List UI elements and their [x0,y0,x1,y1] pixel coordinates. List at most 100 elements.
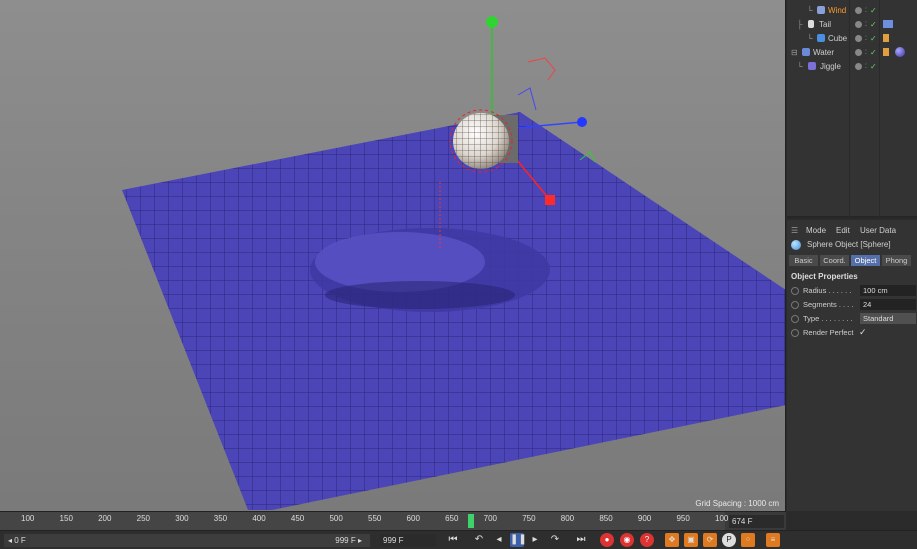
menu-icon[interactable]: ☰ [791,226,798,235]
render-perfect-field: Render Perfect ✓ [787,327,917,339]
autokey-icon[interactable]: ◉ [620,533,634,547]
radius-field: Radius . . . . . . 100 cm [787,285,917,297]
object-row-wind[interactable]: └ Wind ⁚ ✓ [787,3,917,17]
visibility-dot[interactable] [855,34,862,42]
render-perfect-checkbox[interactable]: ✓ [859,327,867,338]
attribute-menu: ☰ Mode Edit User Data [787,223,917,237]
move-key-icon[interactable]: ✥ [665,533,679,547]
scene [122,16,785,510]
timeline-ruler[interactable]: 100 150 200 250 300 350 400 450 500 550 600 650 700 7… [0,512,729,531]
object-name: Jiggle [820,61,841,71]
object-name: Water [813,47,835,57]
previous-key-icon[interactable]: ↶ [472,533,486,547]
material-sphere-icon[interactable] [895,47,905,57]
tag-icon[interactable] [883,20,893,28]
rotate-key-icon[interactable]: ⟳ [703,533,717,547]
left-arrow-icon: ◂ [8,536,13,545]
timeline-tick-label: 850 [599,514,613,523]
segments-field: Segments . . . . 24 [787,299,917,311]
grid-spacing-label: Grid Spacing : 1000 cm [695,499,779,508]
visibility-dot[interactable] [855,48,862,56]
tag-icon[interactable] [883,34,889,42]
null-icon [808,20,814,28]
visibility-dot[interactable] [855,62,862,70]
tab-basic[interactable]: Basic [789,255,818,266]
enabled-check-icon[interactable]: ✓ [870,6,877,15]
right-arrow-icon: ▸ [357,536,362,545]
timeline-tick-label: 700 [483,514,498,523]
wind-icon [817,6,825,14]
pla-key-icon[interactable]: ⁘ [741,533,755,547]
pause-icon[interactable]: ❚❚ [510,533,527,547]
plane-icon [802,48,810,56]
record-icon[interactable]: ● [600,533,614,547]
timeline-tick-label: 400 [252,514,266,523]
tab-phong[interactable]: Phong [882,255,911,266]
material-icon[interactable] [883,48,889,56]
deformer-icon [808,62,816,70]
menu-edit[interactable]: Edit [836,226,850,235]
object-row-tail[interactable]: ├ Tail ⁚ ✓ [787,17,917,31]
next-key-icon[interactable]: ↷ [548,533,562,547]
object-name: Tail [819,19,832,29]
playhead[interactable] [468,514,474,528]
tab-coord[interactable]: Coord. [820,255,849,266]
timeline-tick-label: 650 [445,514,459,523]
radio-icon[interactable] [791,301,799,309]
go-to-start-icon[interactable]: ⏮ [446,533,460,547]
param-key-icon[interactable]: P [722,533,736,547]
visibility-dot[interactable] [855,20,862,28]
radio-icon[interactable] [791,315,799,323]
menu-user-data[interactable]: User Data [860,226,896,235]
timeline-tick-label: 350 [213,514,228,523]
keyframe-selection-icon[interactable]: ? [640,533,654,547]
enabled-check-icon[interactable]: ✓ [870,34,877,43]
object-row-jiggle[interactable]: └ Jiggle ⁚ ✓ [787,59,917,73]
object-manager: └ Wind ⁚ ✓ ├ Tail ⁚ ✓ └ Cube ⁚ ✓ ⊟ Water… [787,0,917,218]
timeline-tick-label: 800 [560,514,575,523]
transport-bar: ◂ 0 F 999 F ▸ 999 F ⏮ ↶ ◂ ❚❚ ▸ ↷ ⏭ ● ◉ ?… [0,530,917,549]
timeline-tick-label: 200 [98,514,112,523]
type-dropdown[interactable]: Standard [860,313,916,324]
timeline-tick-label: 250 [136,514,151,523]
timeline: 100 150 200 250 300 350 400 450 500 550 600 650 700 7… [0,511,786,531]
enabled-check-icon[interactable]: ✓ [870,48,877,57]
object-row-water[interactable]: ⊟ Water ⁚ ✓ [787,45,917,59]
timeline-tick-label: 100 [715,514,729,523]
radio-icon[interactable] [791,329,799,337]
play-backward-icon[interactable]: ◂ [492,533,506,547]
scale-key-icon[interactable]: ▣ [684,533,698,547]
timeline-tick-label: 300 [175,514,189,523]
y-axis-handle [486,16,498,28]
z-axis-handle [577,117,587,127]
timeline-tick-label: 600 [406,514,420,523]
segments-input[interactable]: 24 [860,299,916,310]
tab-object[interactable]: Object [851,255,880,266]
max-frame-field[interactable]: 999 F [380,534,436,547]
menu-mode[interactable]: Mode [806,226,826,235]
object-name: Cube [828,33,848,43]
cube-icon [817,34,825,42]
sphere-object [449,109,513,173]
radio-icon[interactable] [791,287,799,295]
range-slider[interactable]: 999 F ▸ [30,534,370,547]
timeline-tick-label: 450 [290,514,305,523]
timeline-tick-label: 750 [522,514,536,523]
timeline-tick-label: 900 [637,514,652,523]
timeline-menu-icon[interactable]: ≡ [766,533,780,547]
timeline-tick-label: 100 [21,514,35,523]
current-frame-field[interactable]: 674 F [729,515,784,528]
timeline-tick-label: 150 [59,514,73,523]
type-field: Type . . . . . . . . Standard [787,313,917,325]
timeline-tick-label: 550 [368,514,382,523]
go-to-end-icon[interactable]: ⏭ [574,533,588,547]
object-row-cube[interactable]: └ Cube ⁚ ✓ [787,31,917,45]
enabled-check-icon[interactable]: ✓ [870,20,877,29]
timeline-tick-label: 950 [676,514,690,523]
enabled-check-icon[interactable]: ✓ [870,62,877,71]
radius-input[interactable]: 100 cm [860,285,916,296]
section-title: Object Properties [791,272,858,281]
viewport[interactable]: Grid Spacing : 1000 cm [0,0,786,511]
visibility-dot[interactable] [855,6,862,14]
play-forward-icon[interactable]: ▸ [528,533,542,547]
